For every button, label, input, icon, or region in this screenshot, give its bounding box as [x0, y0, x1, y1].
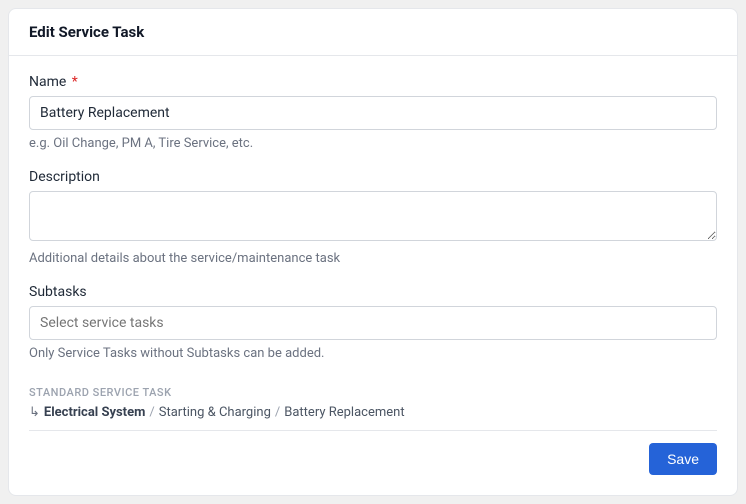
name-label-text: Name	[29, 74, 66, 90]
card-header: Edit Service Task	[9, 9, 737, 56]
spacer	[29, 379, 717, 386]
name-label: Name *	[29, 74, 717, 90]
description-textarea[interactable]	[29, 191, 717, 241]
page-title: Edit Service Task	[29, 23, 717, 41]
breadcrumb-separator-1: /	[149, 405, 154, 420]
subtasks-help: Only Service Tasks without Subtasks can …	[29, 346, 717, 361]
card-footer: Save	[29, 443, 717, 475]
required-marker: *	[72, 74, 78, 90]
description-label: Description	[29, 169, 717, 185]
description-group: Description Additional details about the…	[29, 169, 717, 266]
subtasks-select[interactable]	[29, 306, 717, 340]
breadcrumb: ↳ Electrical System / Starting & Chargin…	[29, 405, 717, 431]
card-body: Name * e.g. Oil Change, PM A, Tire Servi…	[9, 56, 737, 495]
save-button[interactable]: Save	[649, 443, 717, 475]
name-group: Name * e.g. Oil Change, PM A, Tire Servi…	[29, 74, 717, 151]
name-help: e.g. Oil Change, PM A, Tire Service, etc…	[29, 136, 717, 151]
description-help: Additional details about the service/mai…	[29, 251, 717, 266]
breadcrumb-leaf: Battery Replacement	[284, 405, 404, 420]
breadcrumb-parent: Electrical System	[44, 405, 145, 420]
subtasks-group: Subtasks Only Service Tasks without Subt…	[29, 284, 717, 361]
breadcrumb-mid: Starting & Charging	[159, 405, 271, 420]
edit-service-task-card: Edit Service Task Name * e.g. Oil Change…	[8, 8, 738, 496]
standard-task-section: STANDARD SERVICE TASK ↳ Electrical Syste…	[29, 386, 717, 443]
subtasks-label: Subtasks	[29, 284, 717, 300]
breadcrumb-separator-2: /	[275, 405, 280, 420]
standard-task-section-label: STANDARD SERVICE TASK	[29, 386, 717, 399]
arrow-down-right-icon: ↳	[29, 405, 40, 420]
name-input[interactable]	[29, 96, 717, 130]
